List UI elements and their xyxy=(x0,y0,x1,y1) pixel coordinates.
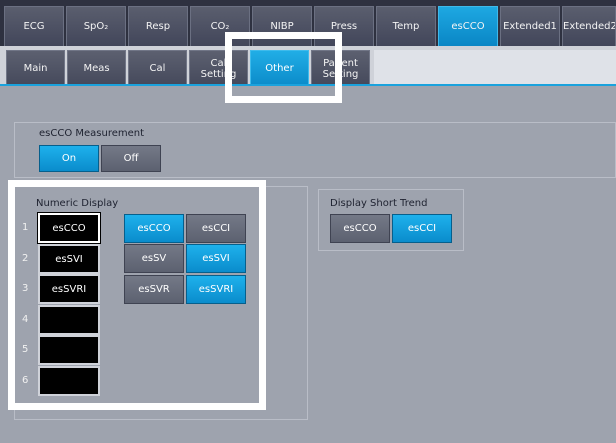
tab-resp[interactable]: Resp xyxy=(128,6,188,46)
short-trend-escci-button[interactable]: esCCI xyxy=(392,214,452,243)
tab-ecg[interactable]: ECG xyxy=(4,6,64,46)
highlight-numeric-display xyxy=(8,180,266,410)
tab-extended1[interactable]: Extended1 xyxy=(500,6,560,46)
measurement-off-button[interactable]: Off xyxy=(101,145,161,172)
measurement-on-button[interactable]: On xyxy=(39,145,99,172)
highlight-other-tab xyxy=(225,32,342,103)
tab-temp[interactable]: Temp xyxy=(376,6,436,46)
subtab-main[interactable]: Main xyxy=(6,50,65,86)
tab-extended2[interactable]: Extended2 xyxy=(562,6,616,46)
tab-escco[interactable]: esCCO xyxy=(438,6,498,46)
subtab-meas[interactable]: Meas xyxy=(67,50,126,86)
subtab-cal[interactable]: Cal xyxy=(128,50,187,86)
short-trend-title: Display Short Trend xyxy=(330,198,428,209)
tab-bar-filler xyxy=(374,50,616,86)
short-trend-escco-button[interactable]: esCCO xyxy=(330,214,390,243)
measurement-title: esCCO Measurement xyxy=(39,128,145,139)
tab-spo2[interactable]: SpO₂ xyxy=(66,6,126,46)
